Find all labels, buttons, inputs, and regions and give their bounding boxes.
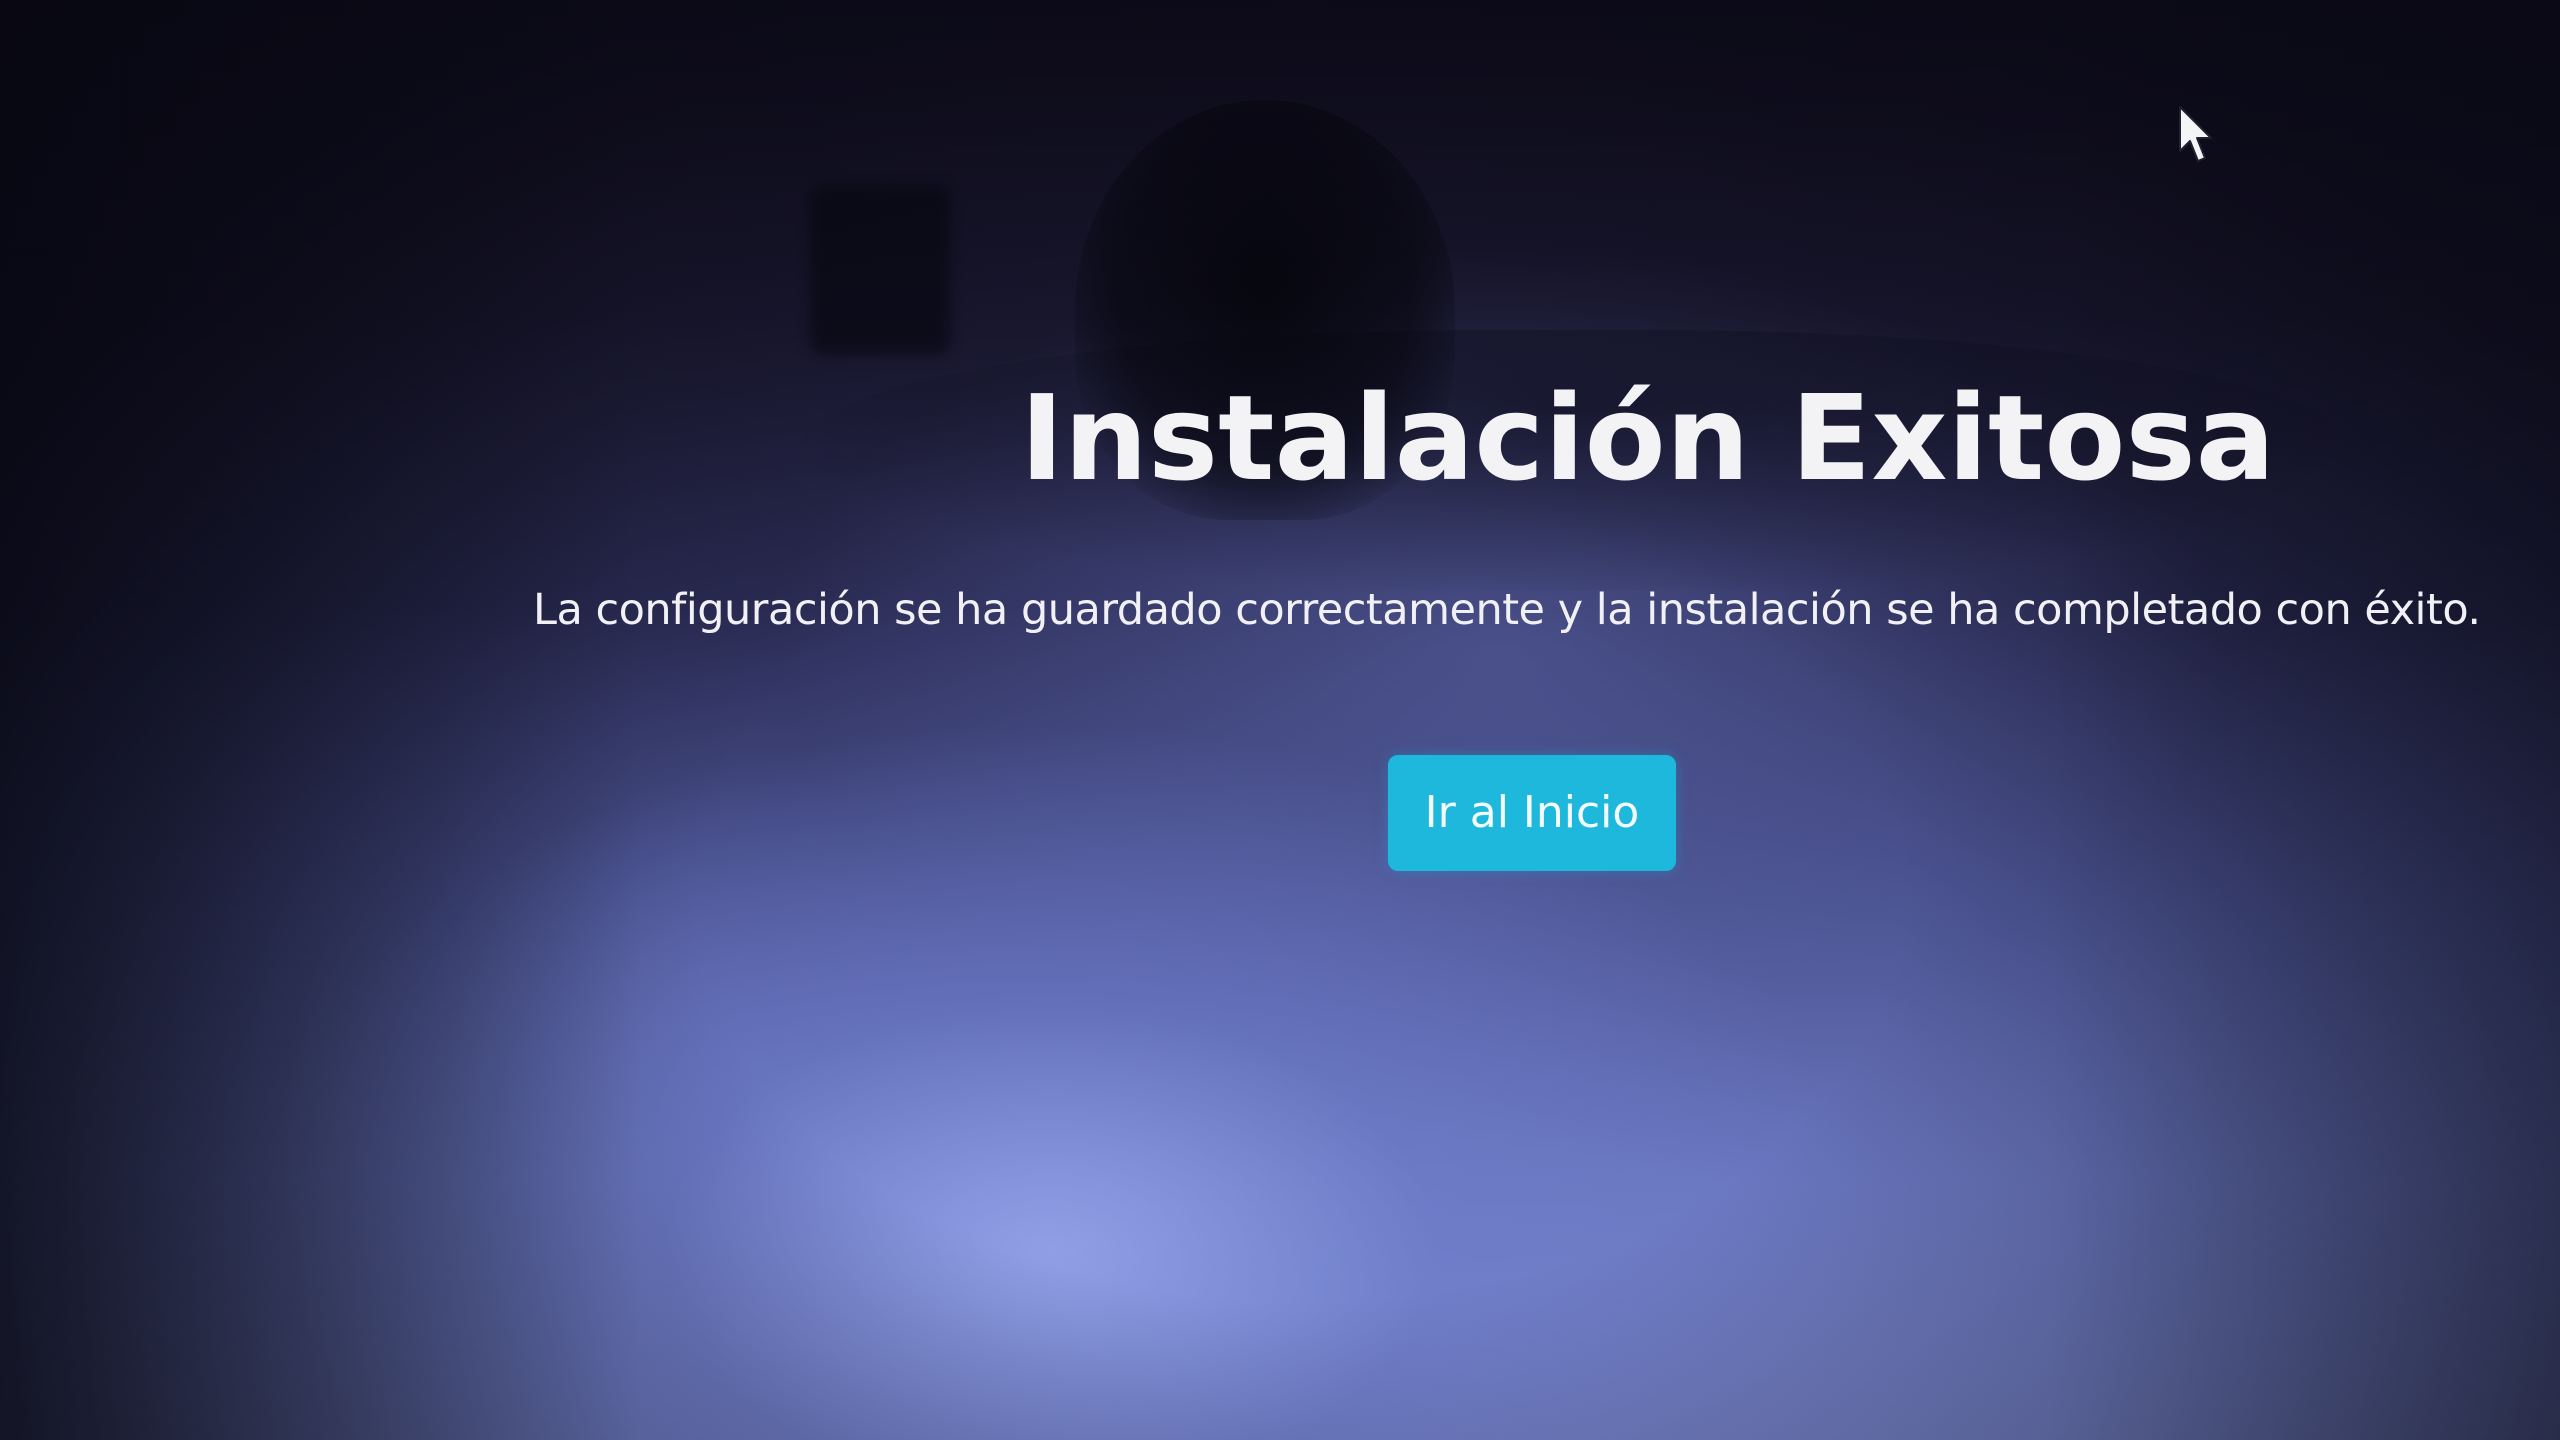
mouse-pointer-icon xyxy=(2179,106,2212,162)
installation-success-page: Instalación Exitosa La configuración se … xyxy=(0,0,2560,1440)
success-message: La configuración se ha guardado correcta… xyxy=(533,585,2481,635)
go-home-button[interactable]: Ir al Inicio xyxy=(1388,755,1676,871)
page-title: Instalación Exitosa xyxy=(1020,369,2276,507)
